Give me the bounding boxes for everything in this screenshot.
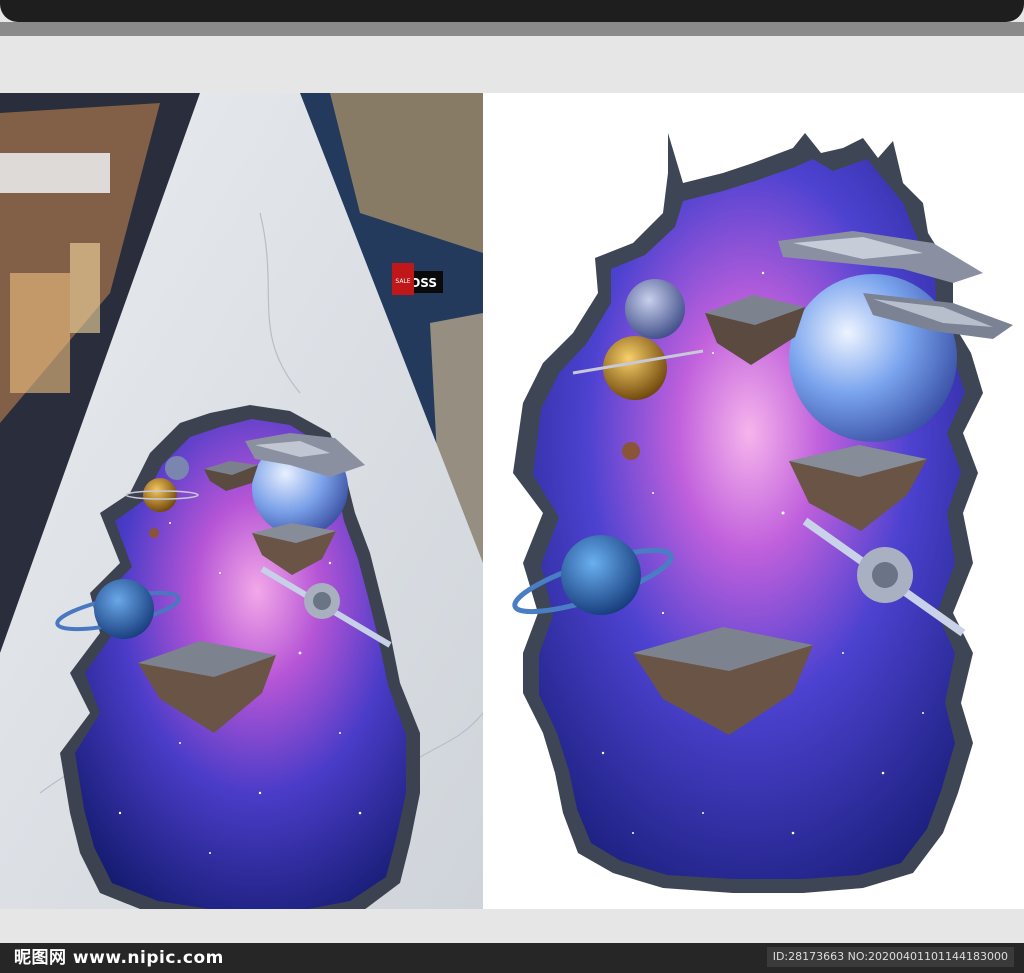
image-id-label: ID:28173663 NO:20200401101144183000 [766, 947, 1014, 967]
grey-planet [165, 456, 189, 480]
blue-ringed-planet [561, 535, 641, 615]
site-logo[interactable]: 昵图网 www.nipic.com [14, 947, 224, 969]
bottom-frame-strip [0, 909, 1024, 943]
sale-sign-text: SALE [395, 278, 410, 285]
gold-planet [143, 478, 177, 512]
space-design [512, 133, 1013, 893]
grey-planet [625, 279, 685, 339]
watermark-footer: 昵图网 www.nipic.com ID:28173663 NO:2020040… [0, 943, 1024, 973]
top-frame-band [0, 22, 1024, 36]
blue-ringed-planet [94, 579, 154, 639]
mall-scene: BOSS SALE [0, 93, 483, 909]
mall-preview-panel: BOSS SALE [0, 93, 483, 909]
top-frame-bar [0, 0, 1024, 22]
design-preview-panel [483, 93, 1024, 909]
gold-planet [603, 336, 667, 400]
